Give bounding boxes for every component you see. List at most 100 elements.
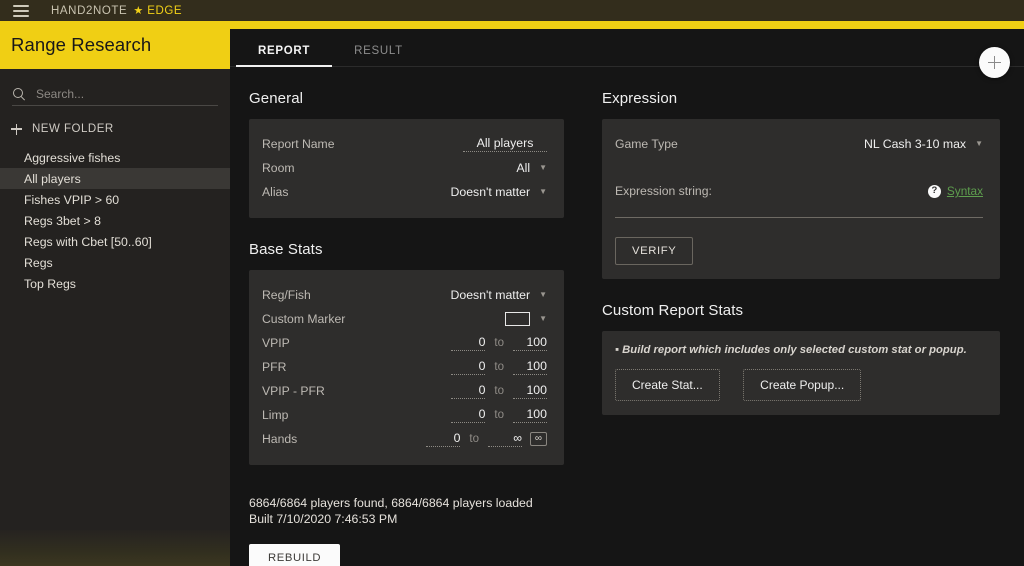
game-type-label: Game Type [615,137,678,151]
reg-fish-label: Reg/Fish [262,288,311,302]
syntax-link[interactable]: Syntax [947,184,983,198]
new-folder-button[interactable]: NEW FOLDER [0,118,230,140]
vpip-pfr-min-input[interactable]: 0 [451,383,486,399]
expression-card: Game Type NL Cash 3-10 max ▼ Expression … [602,119,1000,279]
expression-section-title: Expression [602,90,678,107]
report-name-input[interactable]: All players [463,136,547,152]
search-input[interactable] [36,87,218,101]
chevron-down-icon: ▼ [975,139,983,148]
top-bar: HAND2NOTE ★ EDGE [0,0,1024,21]
hands-max-input[interactable]: ∞ [488,431,522,447]
vpip-row: VPIP 0 to 100 [262,331,547,355]
room-row: Room All ▼ [262,156,547,180]
custom-stats-buttons: Create Stat... Create Popup... [615,369,983,401]
custom-marker-row: Custom Marker ▼ [262,307,547,331]
reg-fish-dropdown[interactable]: Doesn't matter ▼ [451,288,548,302]
create-popup-button[interactable]: Create Popup... [743,369,862,401]
sidebar: Range Research NEW FOLDER Aggressive fis… [0,21,230,566]
brand-name: HAND2NOTE [51,4,128,17]
chevron-down-icon: ▼ [539,290,547,299]
expression-string-input[interactable] [615,217,983,218]
left-column: General Report Name All players Room All… [249,67,564,566]
to-label: to [469,433,479,445]
alias-value: Doesn't matter [450,185,531,199]
search-row [12,83,218,106]
create-stat-button[interactable]: Create Stat... [615,369,720,401]
tab-bar: REPORT RESULT [230,29,1024,67]
game-type-dropdown[interactable]: NL Cash 3-10 max ▼ [864,137,983,151]
sidebar-header: Range Research [0,21,230,69]
pfr-label: PFR [262,360,287,374]
sidebar-item-all-players[interactable]: All players [0,168,230,189]
vpip-min-input[interactable]: 0 [451,335,486,351]
custom-stats-note: ▪ Build report which includes only selec… [615,344,967,356]
sidebar-item-regs-3bet[interactable]: Regs 3bet > 8 [0,210,230,231]
pfr-row: PFR 0 to 100 [262,355,547,379]
room-label: Room [262,161,295,175]
reg-fish-row: Reg/Fish Doesn't matter ▼ [262,283,547,307]
limp-max-input[interactable]: 100 [513,407,547,423]
tab-label: RESULT [354,45,403,57]
report-name-row: Report Name All players [262,132,547,156]
limp-min-input[interactable]: 0 [451,407,486,423]
custom-marker-dropdown[interactable]: ▼ [505,312,547,326]
to-label: to [494,361,504,373]
status-line-players: 6864/6864 players found, 6864/6864 playe… [249,496,533,510]
list-item-label: Regs [24,255,53,270]
alias-label: Alias [262,185,289,199]
game-type-row: Game Type NL Cash 3-10 max ▼ [615,132,983,156]
reg-fish-value: Doesn't matter [450,288,531,302]
list-item-label: Fishes VPIP > 60 [24,192,120,207]
folder-list: Aggressive fishes All players Fishes VPI… [0,147,230,294]
expression-string-row: Expression string: ? Syntax [615,184,983,198]
report-name-label: Report Name [262,137,335,151]
pfr-min-input[interactable]: 0 [451,359,486,375]
sidebar-item-aggressive-fishes[interactable]: Aggressive fishes [0,147,230,168]
pfr-max-input[interactable]: 100 [513,359,547,375]
list-item-label: Aggressive fishes [24,150,121,165]
tab-result[interactable]: RESULT [332,45,425,66]
main-content: REPORT RESULT General Report Name All pl… [230,29,1024,566]
alias-row: Alias Doesn't matter ▼ [262,180,547,204]
alias-dropdown[interactable]: Doesn't matter ▼ [451,185,548,199]
right-column: Expression Game Type NL Cash 3-10 max ▼ … [602,67,1000,566]
game-type-value: NL Cash 3-10 max [864,137,967,151]
help-icon[interactable]: ? [927,184,941,198]
vpip-pfr-label: VPIP - PFR [262,384,325,398]
vpip-pfr-row: VPIP - PFR 0 to 100 [262,379,547,403]
status-line-built: Built 7/10/2020 7:46:53 PM [249,512,398,526]
to-label: to [494,337,504,349]
room-dropdown[interactable]: All ▼ [516,161,547,175]
new-folder-label: NEW FOLDER [32,123,114,135]
infinity-toggle-button[interactable]: ∞ [530,432,547,446]
app-window: HAND2NOTE ★ EDGE Range Research NEW FOLD… [0,0,1024,566]
add-report-button[interactable] [979,47,1010,78]
sidebar-footer-strip [0,530,230,566]
plus-icon [11,123,22,135]
color-swatch[interactable] [505,312,531,326]
base-stats-card: Reg/Fish Doesn't matter ▼ Custom Marker … [249,270,564,465]
sidebar-item-top-regs[interactable]: Top Regs [0,273,230,294]
brand-edition: EDGE [147,4,183,17]
tab-label: REPORT [258,45,311,57]
sidebar-item-regs[interactable]: Regs [0,252,230,273]
tab-report[interactable]: REPORT [236,45,333,67]
plus-icon [988,56,1001,69]
general-card: Report Name All players Room All ▼ Alias… [249,119,564,218]
vpip-label: VPIP [262,336,290,350]
vpip-pfr-max-input[interactable]: 100 [513,383,547,399]
sidebar-item-regs-with-cbet[interactable]: Regs with Cbet [50..60] [0,231,230,252]
custom-report-stats-card: ▪ Build report which includes only selec… [602,331,1000,415]
hands-min-input[interactable]: 0 [426,431,461,447]
star-icon: ★ [133,5,144,17]
verify-button[interactable]: VERIFY [615,237,694,265]
hamburger-menu-icon[interactable] [13,4,29,17]
rebuild-button[interactable]: REBUILD [249,544,341,566]
room-value: All [516,161,531,175]
sidebar-item-fishes-vpip[interactable]: Fishes VPIP > 60 [0,189,230,210]
hands-label: Hands [262,432,298,446]
list-item-label: Regs 3bet > 8 [24,213,101,228]
chevron-down-icon: ▼ [539,163,547,172]
vpip-max-input[interactable]: 100 [513,335,547,351]
